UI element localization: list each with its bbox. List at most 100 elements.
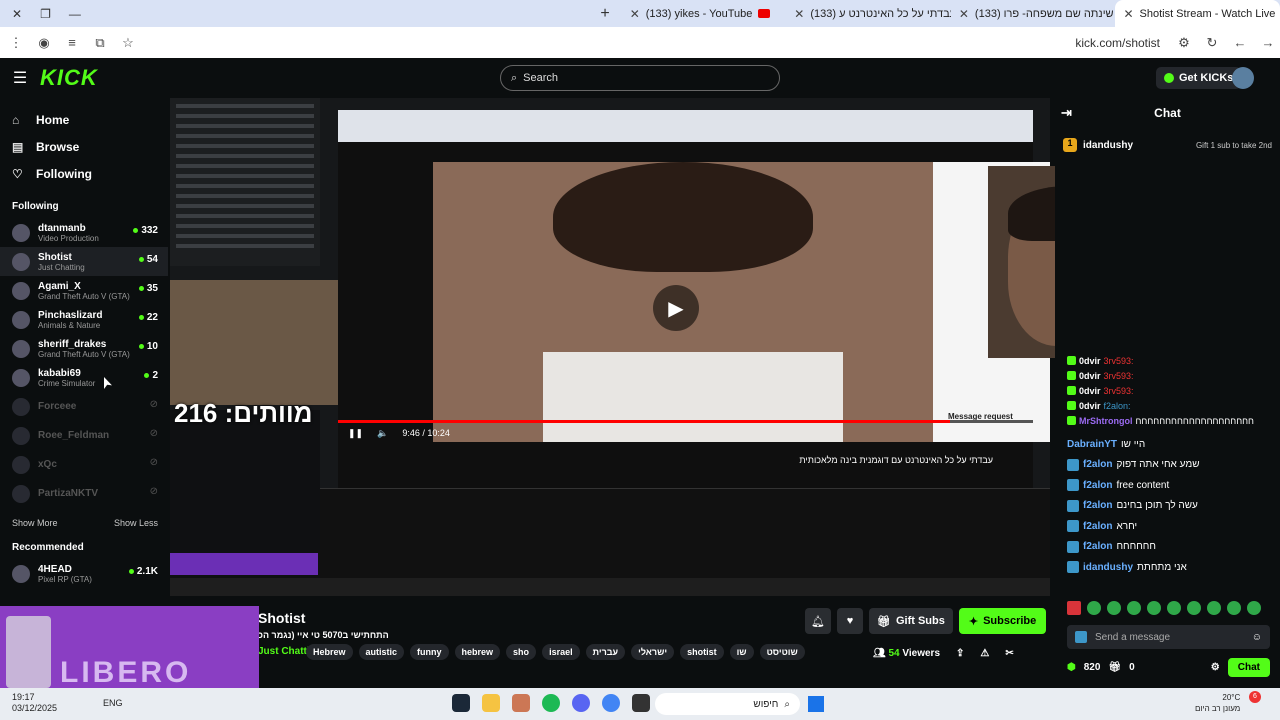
tag[interactable]: עברית [585, 644, 626, 660]
close-tab-icon[interactable]: ✕ [794, 7, 804, 21]
sidebar-channel-offline[interactable]: PartizaNKTV ⊘ [12, 479, 168, 508]
forward-icon[interactable]: → [1256, 35, 1280, 50]
chat-username[interactable]: f2alon [1083, 459, 1112, 470]
emote-icon[interactable] [1087, 601, 1101, 615]
sidebar-channel-selected[interactable]: Shotist Just Chatting 54 [0, 247, 168, 276]
weather-widget[interactable]: 20°C מעונן רב היום [1195, 692, 1240, 714]
chat-username[interactable]: f2alon [1083, 541, 1112, 552]
sidebar-channel[interactable]: dtanmanb Video Production 332 [12, 218, 168, 247]
tag[interactable]: shotist [680, 644, 724, 660]
tag[interactable]: שו [729, 644, 754, 660]
follow-button[interactable]: ♥ [837, 608, 863, 634]
clip-icon[interactable]: ✂ [1005, 648, 1013, 659]
file-explorer-icon[interactable] [482, 694, 500, 712]
language-indicator[interactable]: ENG [103, 698, 123, 708]
sidebar-channel-offline[interactable]: xQc ⊘ [12, 450, 168, 479]
hamburger-menu-icon[interactable]: ☰ [0, 68, 40, 88]
tag[interactable]: israel [542, 644, 580, 660]
channel-name[interactable]: Shotist [258, 610, 305, 626]
clock[interactable]: 19:17 03/12/2025 [12, 692, 57, 714]
app-icon[interactable] [632, 694, 650, 712]
chat-username[interactable]: DabrainYT [1067, 439, 1117, 450]
sidebar-channel-offline[interactable]: Roee_Feldman ⊘ [12, 421, 168, 450]
chat-username[interactable]: 0dvir [1079, 401, 1101, 411]
extensions-icon[interactable]: ⧉ [88, 35, 112, 51]
chat-username[interactable]: f2alon [1083, 521, 1112, 532]
reload-icon[interactable]: ↻ [1200, 35, 1224, 51]
star-icon[interactable]: ☆ [116, 35, 140, 51]
collapse-chat-icon[interactable]: ⇥ [1061, 105, 1072, 121]
emote-icon[interactable] [1247, 601, 1261, 615]
steam-icon[interactable] [452, 694, 470, 712]
restore-window-icon[interactable]: ❐ [40, 7, 51, 21]
url-field[interactable]: kick.com/shotist [1075, 36, 1160, 50]
gift-subs-button[interactable]: 🎁︎ Gift Subs [869, 608, 953, 634]
video-player[interactable]: Message request ▶ ❚❚ 🔈 9:46 / 10:24 עבדת… [170, 98, 1050, 596]
get-kicks-button[interactable]: Get KICKs [1156, 67, 1242, 89]
sidebar-channel[interactable]: sheriff_drakes Grand Theft Auto V (GTA) 10 [12, 334, 168, 363]
gifts-count[interactable]: 0 [1129, 662, 1135, 673]
tag[interactable]: sho [506, 644, 537, 660]
close-tab-icon[interactable]: ✕ [630, 7, 640, 21]
discord-icon[interactable] [572, 694, 590, 712]
emoji-icon[interactable]: ☺ [1252, 632, 1262, 643]
show-more-button[interactable]: Show More [12, 518, 58, 528]
tag[interactable]: Hebrew [306, 644, 353, 660]
site-settings-icon[interactable]: ⚙ [1172, 35, 1196, 51]
gift-sub-text[interactable]: Gift 1 sub to take 2nd [1196, 141, 1272, 150]
emote-icon[interactable] [1207, 601, 1221, 615]
emote-icon[interactable] [1147, 601, 1161, 615]
browser-tab[interactable]: ✕ (133) שינתה שם משפחה- פרו [951, 0, 1116, 27]
nav-following[interactable]: ♡ Following [12, 160, 168, 187]
new-tab-button[interactable]: + [588, 5, 621, 23]
emote-icon[interactable] [1107, 601, 1121, 615]
emote-icon[interactable] [1167, 601, 1181, 615]
emote-icon[interactable] [1067, 601, 1081, 615]
report-icon[interactable]: ⚠ [980, 648, 989, 659]
emote-icon[interactable] [1227, 601, 1241, 615]
taskbar-search[interactable]: חיפוש ⌕ [655, 693, 800, 715]
chat-username[interactable]: f2alon [1083, 480, 1112, 491]
spotify-icon[interactable] [542, 694, 560, 712]
show-less-button[interactable]: Show Less [114, 518, 158, 528]
chat-username[interactable]: 0dvir [1079, 356, 1101, 366]
close-tab-icon[interactable]: ✕ [1123, 7, 1133, 21]
tag[interactable]: funny [410, 644, 449, 660]
chat-send-button[interactable]: Chat [1227, 658, 1270, 677]
nav-home[interactable]: ⌂ Home [12, 106, 168, 133]
chat-username[interactable]: 0dvir [1079, 386, 1101, 396]
subscribe-button[interactable]: ✦ Subscribe [958, 608, 1047, 634]
sidebar-channel[interactable]: 4HEAD Pixel RP (GTA) 2.1K [12, 559, 168, 588]
sidebar-channel[interactable]: Agami_X Grand Theft Auto V (GTA) 35 [12, 276, 168, 305]
user-avatar[interactable] [1232, 67, 1254, 89]
emote-icon[interactable] [1187, 601, 1201, 615]
app-icon[interactable] [512, 694, 530, 712]
back-icon[interactable]: ← [1228, 35, 1252, 50]
menu-dots-icon[interactable]: ⋮ [4, 35, 28, 51]
pinned-username[interactable]: idandushy [1083, 140, 1133, 151]
browser-tab[interactable]: ✕ (133) yikes - YouTube [622, 0, 787, 27]
tag[interactable]: autistic [358, 644, 405, 660]
kick-logo[interactable]: KICK [40, 65, 98, 91]
chrome-icon[interactable] [602, 694, 620, 712]
sidebar-channel[interactable]: Pinchaslizard Animals & Nature 22 [12, 305, 168, 334]
browser-tab-active[interactable]: ✕ Shotist Stream - Watch Live [1115, 0, 1280, 27]
notification-badge[interactable]: 6 [1249, 691, 1261, 703]
chat-username[interactable]: f2alon [1083, 500, 1112, 511]
tag[interactable]: hebrew [454, 644, 501, 660]
browser-tab[interactable]: ✕ (133) עבדתי על כל האינטרנט ע [786, 0, 951, 27]
kicks-count[interactable]: 820 [1084, 662, 1101, 673]
emote-icon[interactable] [1127, 601, 1141, 615]
chat-username[interactable]: MrShtrongol [1079, 416, 1133, 426]
share-icon[interactable]: ⇪ [956, 648, 964, 659]
bookmarks-icon[interactable]: ≡ [60, 35, 84, 50]
sidebar-channel-offline[interactable]: Forceee ⊘ [12, 392, 168, 421]
chat-username[interactable]: 0dvir [1079, 371, 1101, 381]
search-input[interactable]: ⌕ Search [500, 65, 780, 91]
chat-input[interactable]: Send a message ☺ [1067, 625, 1270, 649]
windows-start-icon[interactable] [808, 696, 824, 712]
notification-bell-button[interactable]: 🔔︎ [805, 608, 831, 634]
tag[interactable]: שוטיסט [759, 644, 805, 660]
chat-settings-icon[interactable]: ⚙ [1211, 662, 1220, 673]
tag[interactable]: ישראלי [631, 644, 675, 660]
